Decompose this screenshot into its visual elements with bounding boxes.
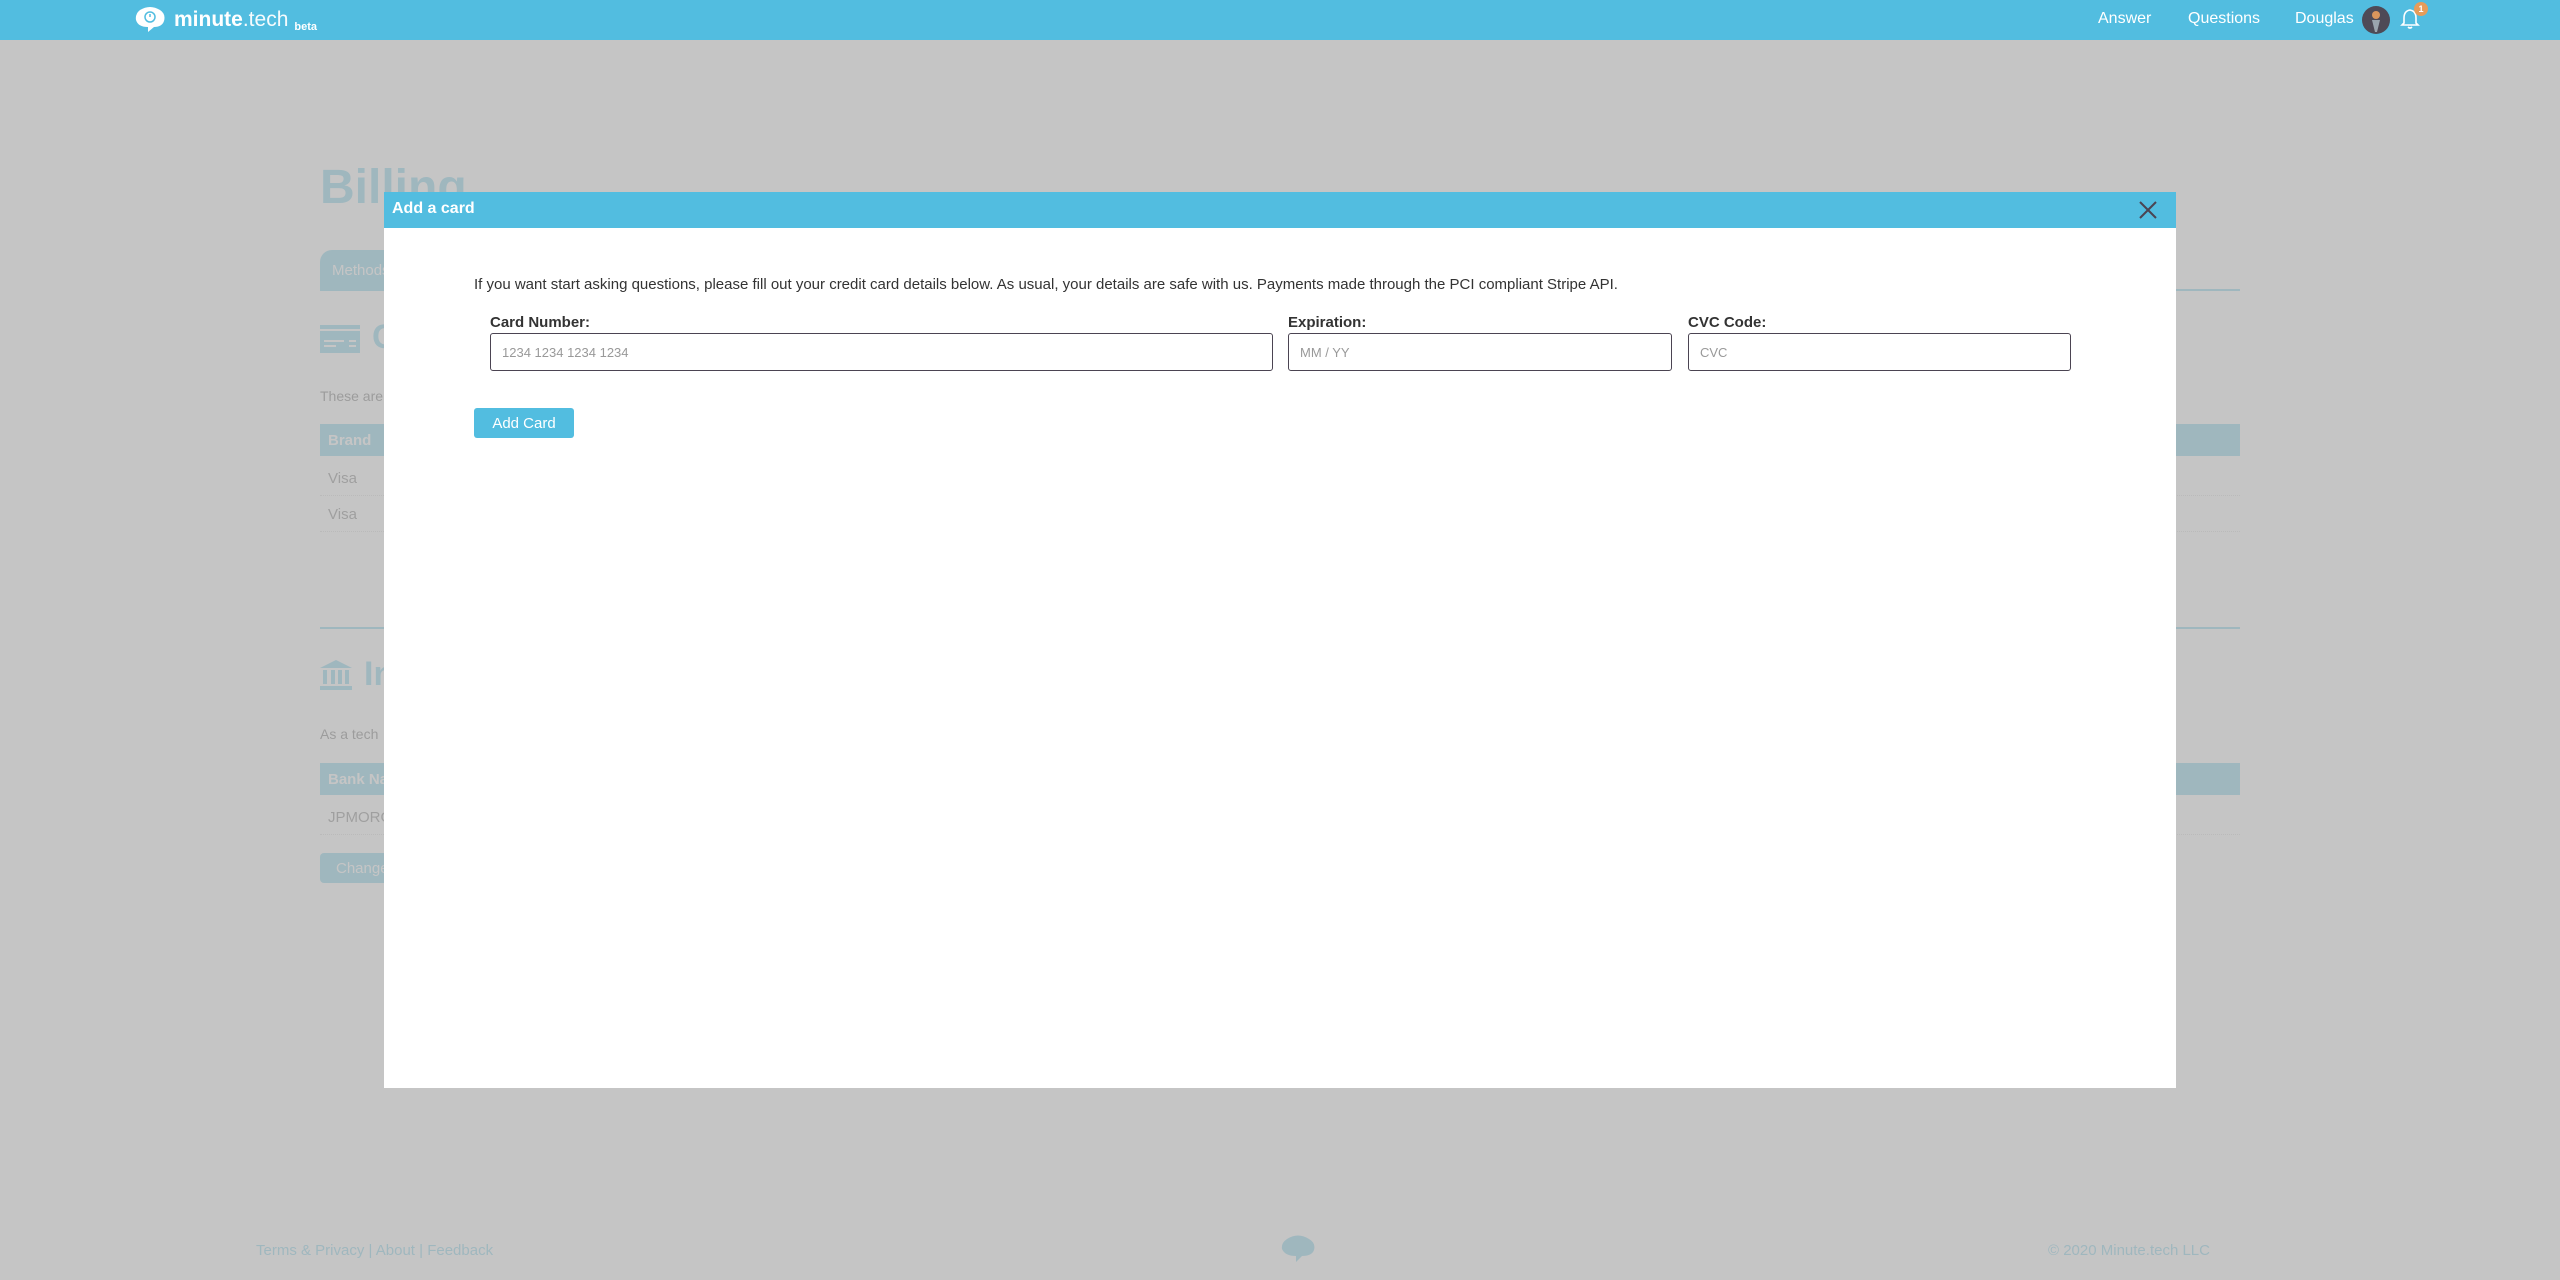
add-card-modal: Add a card If you want start asking ques… (384, 192, 2176, 1088)
avatar-image-icon (2372, 11, 2380, 32)
modal-title: Add a card (392, 200, 475, 217)
notification-count-badge: 1 (2414, 2, 2428, 16)
beta-label: beta (294, 21, 317, 33)
brain-logo-icon (135, 7, 165, 32)
modal-description: If you want start asking questions, plea… (474, 276, 1618, 293)
add-card-button[interactable]: Add Card (474, 408, 574, 438)
user-avatar[interactable] (2362, 6, 2390, 34)
nav-questions-link[interactable]: Questions (2188, 10, 2260, 28)
close-icon[interactable] (2136, 198, 2160, 222)
logo-word-tech: .tech (242, 8, 289, 31)
nav-user-link[interactable]: Douglas (2295, 10, 2354, 28)
cvc-label: CVC Code: (1688, 314, 1767, 331)
modal-header: Add a card (384, 192, 2176, 228)
card-number-label: Card Number: (490, 314, 591, 331)
cvc-input[interactable] (1688, 333, 2071, 371)
top-navbar: minute .tech beta Answer Questions Dougl… (0, 0, 2560, 40)
expiration-input[interactable] (1288, 333, 1672, 371)
site-logo[interactable]: minute .tech beta (134, 4, 317, 36)
logo-word-minute: minute (174, 8, 243, 31)
nav-answer-link[interactable]: Answer (2098, 10, 2151, 28)
card-number-input[interactable] (490, 333, 1273, 371)
expiration-label: Expiration: (1288, 314, 1367, 331)
